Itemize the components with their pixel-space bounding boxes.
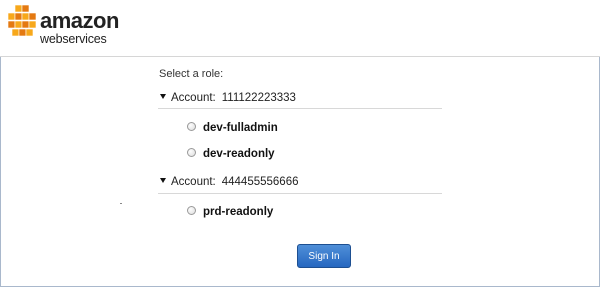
role-label: dev-readonly <box>203 148 275 160</box>
logo-wordmark-webservices: webservices <box>40 32 107 46</box>
account-label: Account: <box>171 176 216 188</box>
role-option[interactable]: dev-fulladmin <box>187 122 278 138</box>
role-selection-form: Select a role: Account: 111122223333 dev-… <box>0 57 600 285</box>
account-id: 444455556666 <box>221 176 299 188</box>
select-role-prompt: Select a role: <box>159 68 224 80</box>
expand-triangle-icon[interactable] <box>160 178 166 183</box>
aws-logo: amazon webservices <box>6 4 119 50</box>
expand-triangle-icon[interactable] <box>160 94 166 99</box>
account-header[interactable]: Account: 444455556666 <box>160 176 299 192</box>
divider <box>158 193 442 194</box>
account-label: Account: <box>171 92 216 104</box>
role-label: prd-readonly <box>203 206 274 218</box>
role-label: dev-fulladmin <box>203 122 278 134</box>
role-option[interactable]: prd-readonly <box>187 206 273 222</box>
aws-cubes-icon <box>7 4 37 37</box>
account-id: 111122223333 <box>221 92 296 104</box>
stray-dot <box>120 203 122 204</box>
logo-wordmark-amazon: amazon <box>40 8 119 33</box>
header: amazon webservices <box>0 0 600 57</box>
role-option[interactable]: dev-readonly <box>187 148 275 164</box>
sign-in-button[interactable]: Sign In <box>297 244 351 268</box>
role-radio[interactable] <box>187 148 196 157</box>
divider <box>158 108 442 109</box>
account-header[interactable]: Account: 111122223333 <box>160 92 296 108</box>
role-radio[interactable] <box>187 206 196 215</box>
role-radio[interactable] <box>187 122 196 131</box>
